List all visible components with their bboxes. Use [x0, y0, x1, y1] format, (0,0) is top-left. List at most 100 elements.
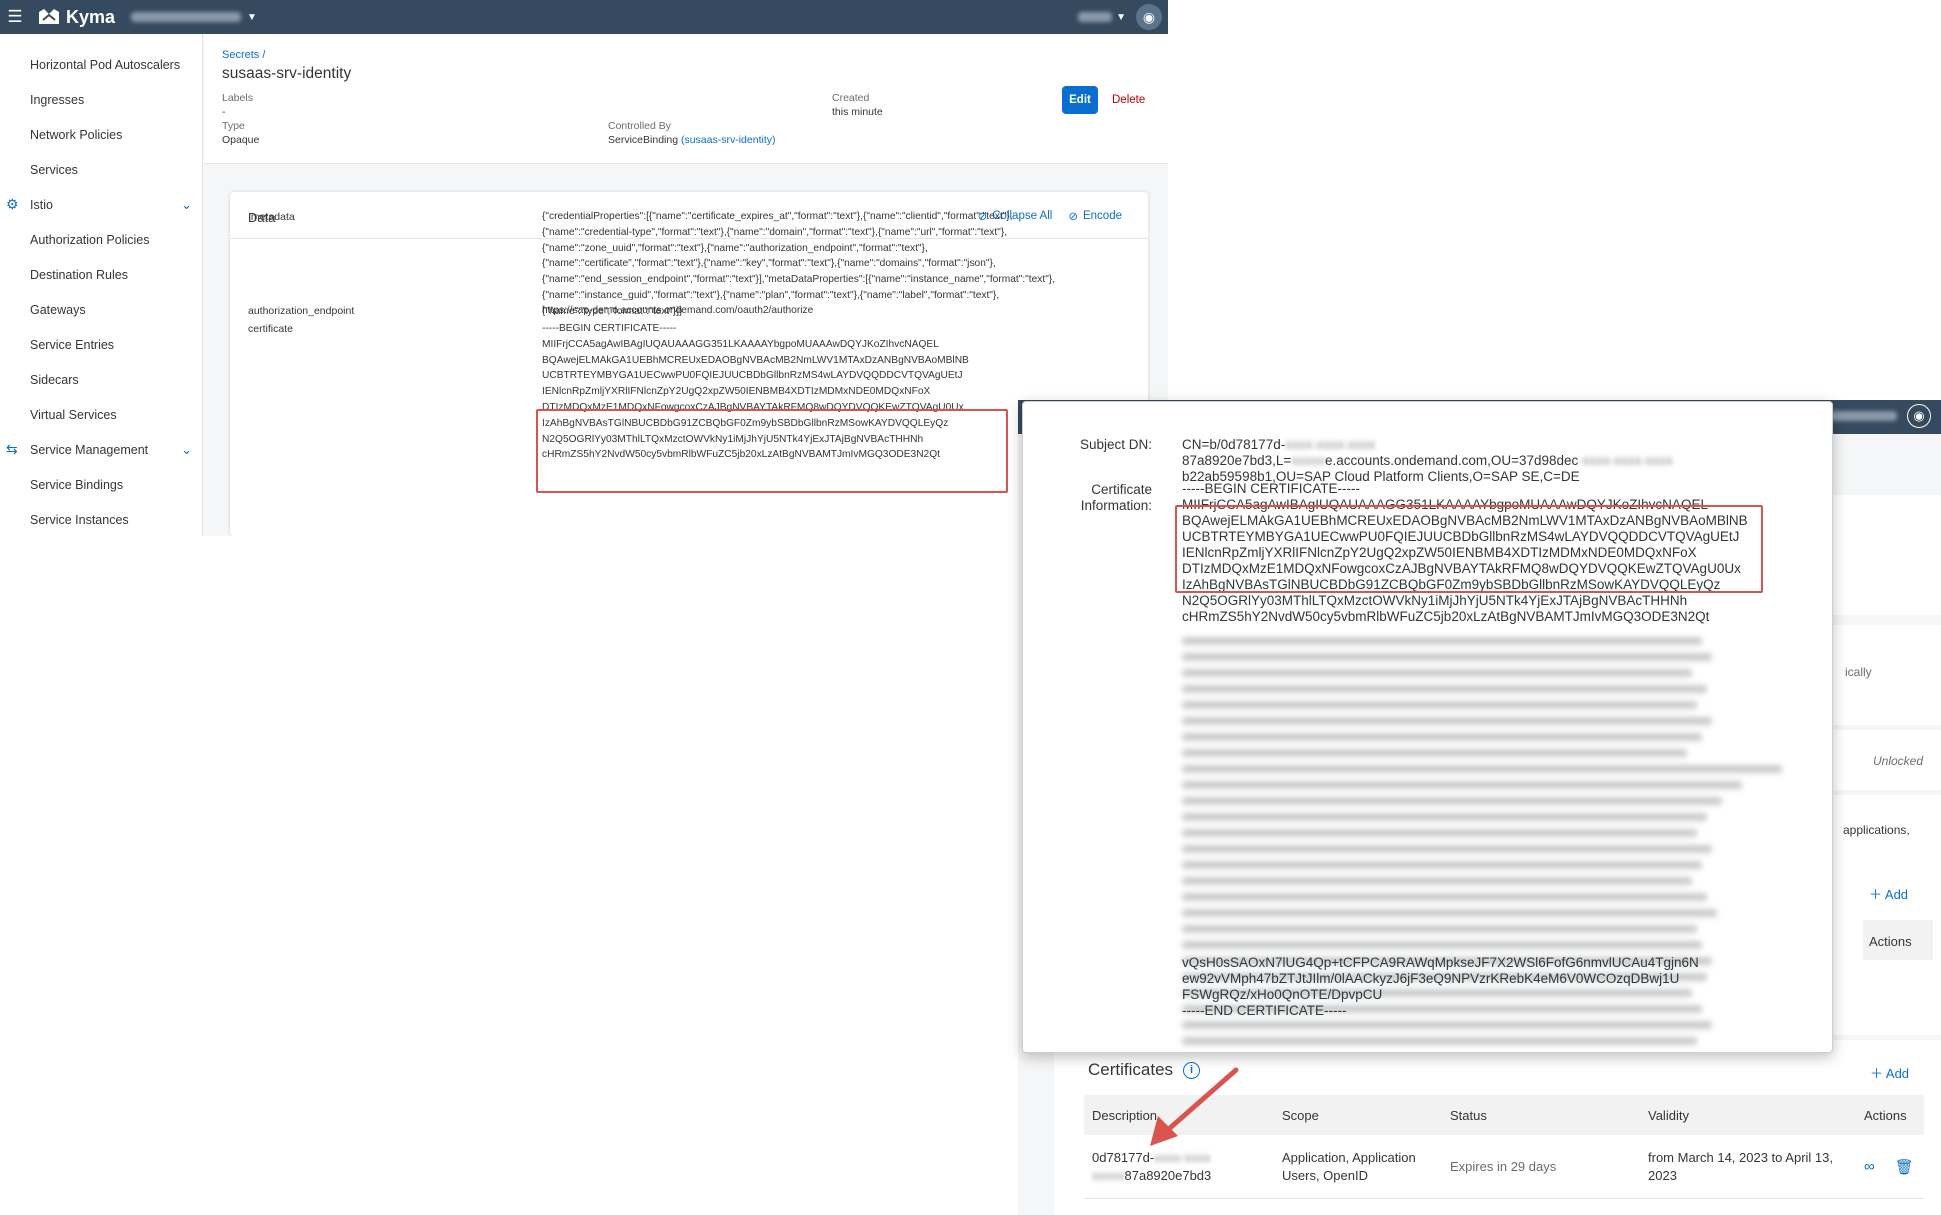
blurred-cluster: [1078, 12, 1113, 22]
trash-icon[interactable]: 🗑: [1895, 1158, 1914, 1176]
edit-button[interactable]: Edit: [1062, 86, 1098, 114]
nav-group-istio[interactable]: ⚙ Istio ⌄: [0, 187, 202, 222]
blurred-text: -xxxx-xxxx-xxxx: [1578, 453, 1673, 468]
highlight-box: [1175, 505, 1763, 593]
cert-line: N2Q5OGRlYy03MThlLTQxMzctOWVkNy1iMjJhYjU5…: [1182, 593, 1688, 608]
controlled-by-link[interactable]: (susaas-srv-identity): [681, 134, 776, 146]
desc-line: 0d78177d-: [1092, 1149, 1155, 1165]
blurred-text: xxxxx: [1092, 1167, 1125, 1183]
chevron-down-icon: ⌄: [181, 196, 192, 212]
subject-dn-label: Subject DN:: [1079, 437, 1152, 452]
service-management-icon: ⇆: [6, 441, 18, 457]
blurred-user: [1827, 411, 1897, 421]
nav-item-network-policies[interactable]: Network Policies: [0, 117, 202, 152]
delete-button[interactable]: Delete: [1112, 86, 1145, 114]
certificate-info-label: Certificate Information:: [1081, 482, 1152, 514]
scope-cell: Application, Application Users, OpenID: [1282, 1149, 1416, 1183]
type-label: Type: [222, 120, 245, 132]
blurred-text: xxxx-xxxx-xxxx: [1285, 437, 1376, 452]
subject-line: CN=b/0d78177d-: [1182, 437, 1286, 452]
labels-label: Labels: [222, 92, 253, 104]
nav-item-virtual-services[interactable]: Virtual Services: [0, 397, 202, 432]
cert-label-line: Information:: [1080, 498, 1152, 513]
status-cell: Expires in 29 days: [1450, 1159, 1557, 1174]
namespace-selector[interactable]: ▼: [131, 12, 257, 23]
actions-cell: ∞ 🗑: [1856, 1158, 1924, 1176]
column-header: Actions: [1864, 1107, 1907, 1123]
chevron-down-icon: ⌄: [181, 441, 192, 457]
binoculars-icon[interactable]: ∞: [1864, 1158, 1875, 1175]
data-card: Data ⊘ Collapse All ⊘ Encode .metadata {…: [230, 192, 1148, 536]
subject-line: 87a8920e7bd3,L=: [1182, 453, 1292, 468]
kyma-logo[interactable]: Kyma: [38, 7, 115, 28]
add-label: Add: [1884, 887, 1909, 902]
metadata-line: {"name":"end_session_endpoint","format":…: [542, 274, 1056, 286]
add-label: Add: [1885, 1066, 1910, 1081]
user-avatar-icon[interactable]: ◉: [1907, 404, 1931, 428]
column-header: Status: [1450, 1107, 1487, 1123]
actions-header: Actions: [1863, 920, 1933, 960]
breadcrumb[interactable]: Secrets /: [222, 49, 265, 61]
kyma-screenshot: ☰ Kyma ▼ ▼ ◉ Horizontal Pod Autoscalers …: [0, 0, 1168, 536]
column-header: Description: [1092, 1107, 1158, 1123]
user-avatar-icon[interactable]: ◉: [1136, 4, 1162, 30]
nav-item-service-bindings[interactable]: Service Bindings: [0, 467, 202, 502]
nav-item-sidecars[interactable]: Sidecars: [0, 362, 202, 397]
add-button[interactable]: ＋ Add: [1869, 884, 1908, 903]
cert-line: ew92vVMph47bZTJtJIlm/0lAACkyzJ6jF3eQ9NPV…: [1182, 971, 1680, 986]
nav-item-gateways[interactable]: Gateways: [0, 292, 202, 327]
certificate-key: certificate: [248, 323, 293, 335]
kyma-logo-icon: [39, 9, 59, 24]
metadata-line: {"name":"certificate","format":"text"},{…: [542, 258, 996, 270]
nav-item-authorization-policies[interactable]: Authorization Policies: [0, 222, 202, 257]
chevron-down-icon: ▼: [247, 11, 257, 23]
certificate-details-dialog: Subject DN: CN=b/0d78177d-xxxx-xxxx-xxxx…: [1022, 401, 1833, 1053]
controlled-by-label: Controlled By: [608, 120, 672, 132]
blurred-text: xxxx-xxxx: [1154, 1149, 1211, 1165]
resource-header: Secrets / susaas-srv-identity Labels - C…: [204, 34, 1168, 164]
cert-line: IENlcnRpZmljYXRlIFNlcnZpY2UgQ2xpZW50IENB…: [542, 386, 931, 398]
metadata-key: .metadata: [248, 211, 295, 223]
cert-end: -----END CERTIFICATE-----: [1182, 1003, 1347, 1018]
subject-line: e.accounts.ondemand.com,OU=37d98dec: [1325, 453, 1579, 468]
metadata-line: {"credentialProperties":[{"name":"certif…: [542, 211, 1013, 222]
cluster-selector[interactable]: ▼: [1078, 12, 1126, 23]
desc-line: 87a8920e7bd3: [1124, 1167, 1212, 1183]
labels-value: -: [222, 106, 226, 118]
nav-item-service-instances[interactable]: Service Instances: [0, 502, 202, 536]
cert-line: vQsH0sSAOxN7lUG4Qp+tCFPCA9RAWqMpkseJF7X2…: [1182, 955, 1699, 970]
nav-item-ingresses[interactable]: Ingresses: [0, 82, 202, 117]
created-label: Created: [832, 92, 870, 104]
nav-item-service-entries[interactable]: Service Entries: [0, 327, 202, 362]
background-panel: ＋ Add Actions: [1831, 865, 1941, 1035]
partial-text: ically: [1845, 665, 1872, 679]
certificates-title: Certificates i: [1088, 1060, 1201, 1080]
page-title: susaas-srv-identity: [222, 65, 352, 82]
cert-line: UCBTRTEYMBYGA1UECwwPU0FQIEJUUCBDbGllbnRz…: [542, 370, 963, 382]
sidebar-nav: Horizontal Pod Autoscalers Ingresses Net…: [0, 34, 203, 536]
background-panel: [1831, 495, 1941, 615]
background-panel: Unlocked: [1831, 730, 1941, 790]
nav-group-service-management[interactable]: ⇆ Service Management ⌄: [0, 432, 202, 467]
certificates-heading: Certificates: [1088, 1060, 1174, 1079]
table-row[interactable]: 0d78177d-xxxx-xxxx xxxxx87a8920e7bd3 App…: [1084, 1135, 1924, 1199]
hamburger-menu-icon[interactable]: ☰: [0, 7, 30, 27]
type-value: Opaque: [222, 134, 260, 146]
partial-text: applications,: [1843, 823, 1910, 837]
table-header: Description Scope Status Validity Action…: [1084, 1095, 1924, 1135]
description-cell: 0d78177d-xxxx-xxxx xxxxx87a8920e7bd3: [1084, 1149, 1282, 1185]
background-panel: ically: [1831, 625, 1941, 725]
info-icon[interactable]: i: [1183, 1061, 1201, 1079]
auth-endpoint-key: authorization_endpoint: [248, 305, 355, 317]
nav-item-hpa[interactable]: Horizontal Pod Autoscalers: [0, 47, 202, 82]
nav-item-destination-rules[interactable]: Destination Rules: [0, 257, 202, 292]
controlled-by-value: ServiceBinding (susaas-srv-identity): [608, 134, 776, 146]
nav-item-services[interactable]: Services: [0, 152, 202, 187]
add-certificate-button[interactable]: ＋ Add: [1870, 1063, 1909, 1082]
auth-endpoint-value: https://sap-demo.accounts.ondemand.com/o…: [542, 305, 814, 316]
metadata-line: {"name":"instance_guid","format":"text"}…: [542, 289, 1000, 301]
created-value: this minute: [832, 106, 883, 118]
nav-group-label: Istio: [30, 197, 53, 212]
cert-line: FSWgRQz/xHo0QnOTE/DpvpCU: [1182, 987, 1383, 1002]
cert-label-line: Certificate: [1091, 482, 1152, 497]
